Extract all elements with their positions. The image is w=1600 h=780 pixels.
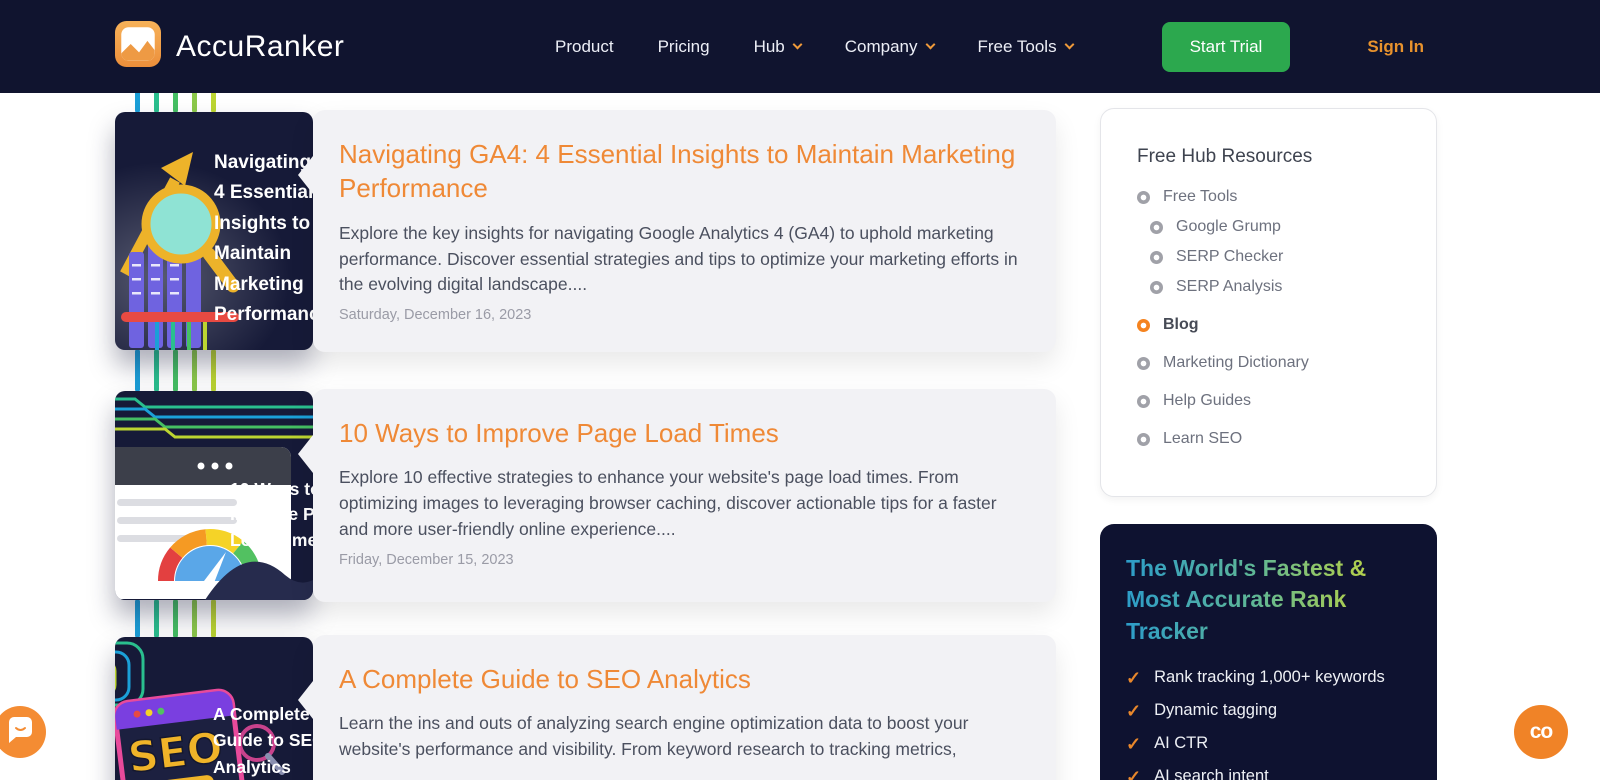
bullet-icon [1137, 395, 1150, 408]
brand-name: AccuRanker [176, 30, 344, 64]
check-icon [1126, 734, 1141, 755]
promo-feature: AI CTR [1126, 734, 1413, 755]
sidebar-item-marketing-dictionary[interactable]: Marketing Dictionary [1137, 354, 1416, 372]
sign-in-link[interactable]: Sign In [1367, 37, 1424, 57]
post-excerpt: Explore the key insights for navigating … [339, 221, 1026, 299]
bullet-icon [1150, 221, 1163, 234]
post-date: Friday, December 15, 2023 [339, 552, 1026, 568]
post-thumbnail-ga4[interactable]: Navigating GA4: 4 Essential Insights to … [115, 112, 313, 350]
check-icon [1126, 668, 1141, 689]
decorative-stripes [135, 368, 216, 392]
post-card: Navigating GA4: 4 Essential Insights to … [313, 110, 1056, 352]
nav-free-tools[interactable]: Free Tools [978, 37, 1073, 57]
accuranker-logo-icon [115, 21, 161, 72]
chevron-down-icon [925, 40, 935, 50]
start-trial-button[interactable]: Start Trial [1162, 22, 1291, 72]
sidebar-item-help-guides[interactable]: Help Guides [1137, 392, 1416, 410]
post-thumbnail-seo[interactable]: SEO A Complete Guide to SEO Analytics [115, 637, 313, 780]
resources-list: Free Tools Google Grump SERP Checker SER… [1137, 188, 1416, 448]
decorative-stripes [135, 614, 216, 638]
blog-post-row: SEO A Complete Guide to SEO Analytics A … [115, 635, 1056, 780]
chevron-down-icon [792, 40, 802, 50]
post-excerpt: Explore 10 effective strategies to enhan… [339, 465, 1026, 543]
co-badge-label: co [1530, 720, 1553, 744]
post-date: Saturday, December 16, 2023 [339, 307, 1026, 323]
post-excerpt: Learn the ins and outs of analyzing sear… [339, 711, 1026, 763]
bullet-icon [1150, 281, 1163, 294]
accuranker-logo[interactable]: AccuRanker [115, 21, 344, 72]
sidebar-item-learn-seo[interactable]: Learn SEO [1137, 430, 1416, 448]
thumbnail-caption: 10 Ways to Improve Page Load Times [230, 477, 313, 553]
top-navigation-bar: AccuRanker Product Pricing Hub Company F… [0, 0, 1600, 93]
bullet-icon [1137, 433, 1150, 446]
main-nav: Product Pricing Hub Company Free Tools S… [555, 22, 1424, 72]
promo-title: The World's Fastest & Most Accurate Rank… [1126, 553, 1413, 647]
sidebar-item-blog[interactable]: Blog [1137, 316, 1416, 334]
promo-feature: Dynamic tagging [1126, 701, 1413, 722]
sidebar-item-google-grump[interactable]: Google Grump [1150, 218, 1416, 236]
nav-pricing[interactable]: Pricing [658, 37, 710, 57]
chevron-down-icon [1064, 40, 1074, 50]
resources-title: Free Hub Resources [1137, 146, 1416, 168]
cookie-consent-badge[interactable]: co [1514, 705, 1568, 759]
check-icon [1126, 701, 1141, 722]
bullet-icon [1150, 251, 1163, 264]
check-icon [1126, 767, 1141, 780]
chat-bubble-icon [7, 717, 34, 748]
free-hub-resources-panel: Free Hub Resources Free Tools Google Gru… [1100, 108, 1437, 497]
sidebar-item-serp-checker[interactable]: SERP Checker [1150, 248, 1416, 266]
nav-company[interactable]: Company [845, 37, 934, 57]
post-title-link[interactable]: A Complete Guide to SEO Analytics [339, 662, 1026, 696]
post-title-link[interactable]: Navigating GA4: 4 Essential Insights to … [339, 137, 1026, 206]
promo-feature-list: Rank tracking 1,000+ keywords Dynamic ta… [1126, 668, 1413, 780]
promo-feature: AI search intent [1126, 767, 1413, 780]
nav-hub[interactable]: Hub [754, 37, 801, 57]
blog-post-row: Navigating GA4: 4 Essential Insights to … [115, 110, 1056, 352]
sidebar-item-free-tools[interactable]: Free Tools [1137, 188, 1416, 206]
post-title-link[interactable]: 10 Ways to Improve Page Load Times [339, 416, 1026, 450]
post-card: A Complete Guide to SEO Analytics Learn … [313, 635, 1056, 780]
promo-feature: Rank tracking 1,000+ keywords [1126, 668, 1413, 689]
rank-tracker-promo-card[interactable]: The World's Fastest & Most Accurate Rank… [1100, 524, 1437, 780]
bullet-icon [1137, 357, 1150, 370]
bullet-icon-active [1137, 319, 1150, 332]
post-thumbnail-pageload[interactable]: 10 Ways to Improve Page Load Times [115, 391, 313, 600]
bullet-icon [1137, 191, 1150, 204]
sidebar-item-serp-analysis[interactable]: SERP Analysis [1150, 278, 1416, 296]
chat-widget-button[interactable] [0, 706, 46, 758]
blog-post-row: 10 Ways to Improve Page Load Times 10 Wa… [115, 389, 1056, 602]
nav-product[interactable]: Product [555, 37, 614, 57]
post-card: 10 Ways to Improve Page Load Times Explo… [313, 389, 1056, 602]
